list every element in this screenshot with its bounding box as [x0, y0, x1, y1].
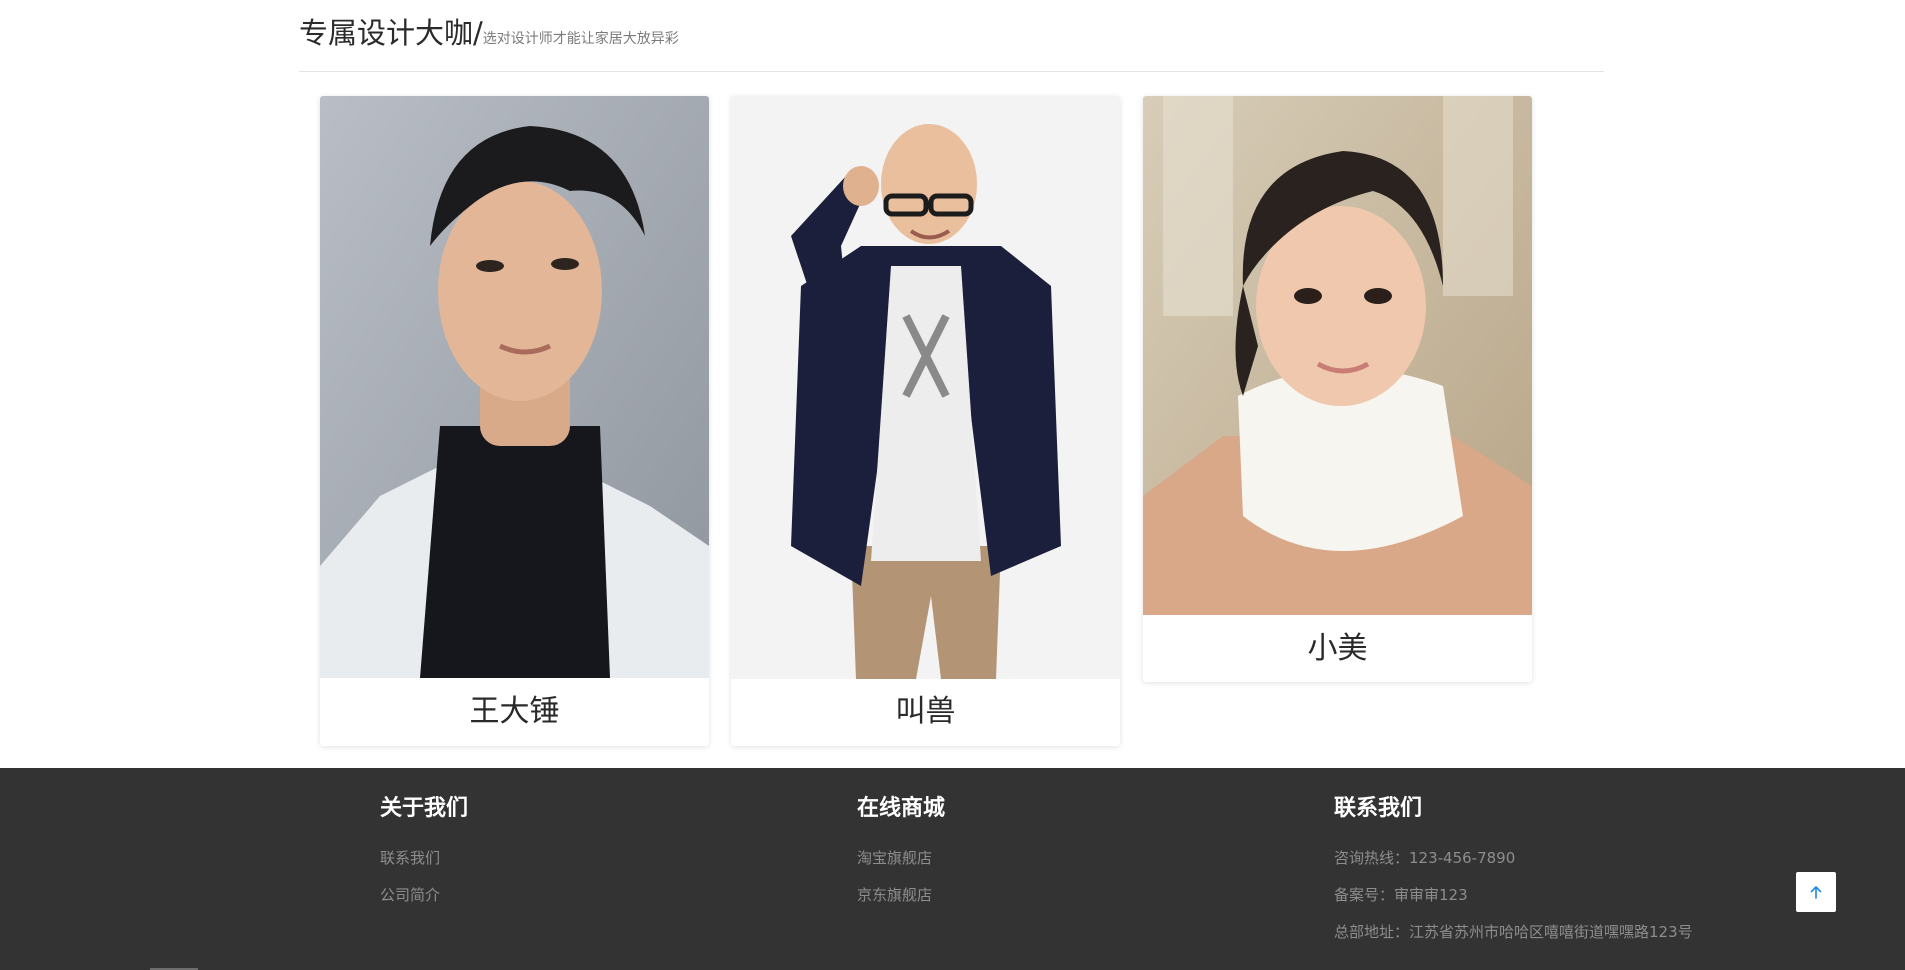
footer-hotline: 咨询热线：123-456-7890: [1334, 849, 1516, 867]
section-title-main: 专属设计大咖/: [299, 16, 483, 50]
designer-photo: [320, 96, 709, 678]
designer-name: 叫兽: [895, 694, 956, 729]
footer-contact-lines: 咨询热线：123-456-7890 备案号：审审审123 总部地址：江苏省苏州市…: [1334, 840, 1693, 951]
section-header: 专属设计大咖/选对设计师才能让家居大放异彩: [299, 8, 1604, 72]
designer-photo: [1143, 96, 1532, 615]
footer-record-number: 备案号：审审审123: [1334, 886, 1468, 904]
section-title: 专属设计大咖/选对设计师才能让家居大放异彩: [299, 10, 679, 52]
footer-contact: 联系我们 咨询热线：123-456-7890 备案号：审审审123 总部地址：江…: [1334, 790, 1693, 941]
arrow-up-icon: [1810, 886, 1822, 899]
footer-link-taobao[interactable]: 淘宝旗舰店: [857, 840, 932, 877]
designer-name: 小美: [1307, 631, 1368, 666]
footer: 关于我们 联系我们 公司简介 在线商城 淘宝旗舰店 京东旗舰店 联系我们 咨询热…: [0, 768, 1905, 970]
footer-shop: 在线商城 淘宝旗舰店 京东旗舰店: [857, 790, 946, 904]
section-subtitle: 选对设计师才能让家居大放异彩: [482, 31, 679, 47]
designer-photo: [731, 96, 1120, 679]
footer-about-links: 联系我们 公司简介: [380, 840, 440, 914]
designer-name: 王大锤: [469, 694, 560, 729]
footer-address: 总部地址：江苏省苏州市哈哈区嘻嘻街道嘿嘿路123号: [1334, 923, 1693, 941]
footer-contact-heading: 联系我们: [1334, 796, 1423, 821]
designer-card[interactable]: 叫兽: [731, 96, 1120, 746]
footer-link-company[interactable]: 公司简介: [380, 877, 440, 914]
footer-shop-links: 淘宝旗舰店 京东旗舰店: [857, 840, 932, 914]
footer-about-heading: 关于我们: [380, 796, 469, 821]
designer-card[interactable]: 小美: [1143, 96, 1532, 682]
designer-card[interactable]: 王大锤: [320, 96, 709, 746]
footer-shop-heading: 在线商城: [857, 796, 946, 821]
footer-link-jd[interactable]: 京东旗舰店: [857, 877, 932, 914]
footer-about: 关于我们 联系我们 公司简介: [380, 790, 469, 904]
page: 专属设计大咖/选对设计师才能让家居大放异彩 王大锤 叫兽 小美 关于我们 联系我…: [0, 0, 1905, 970]
footer-link-contact[interactable]: 联系我们: [380, 840, 440, 877]
back-to-top-button[interactable]: [1796, 872, 1836, 912]
